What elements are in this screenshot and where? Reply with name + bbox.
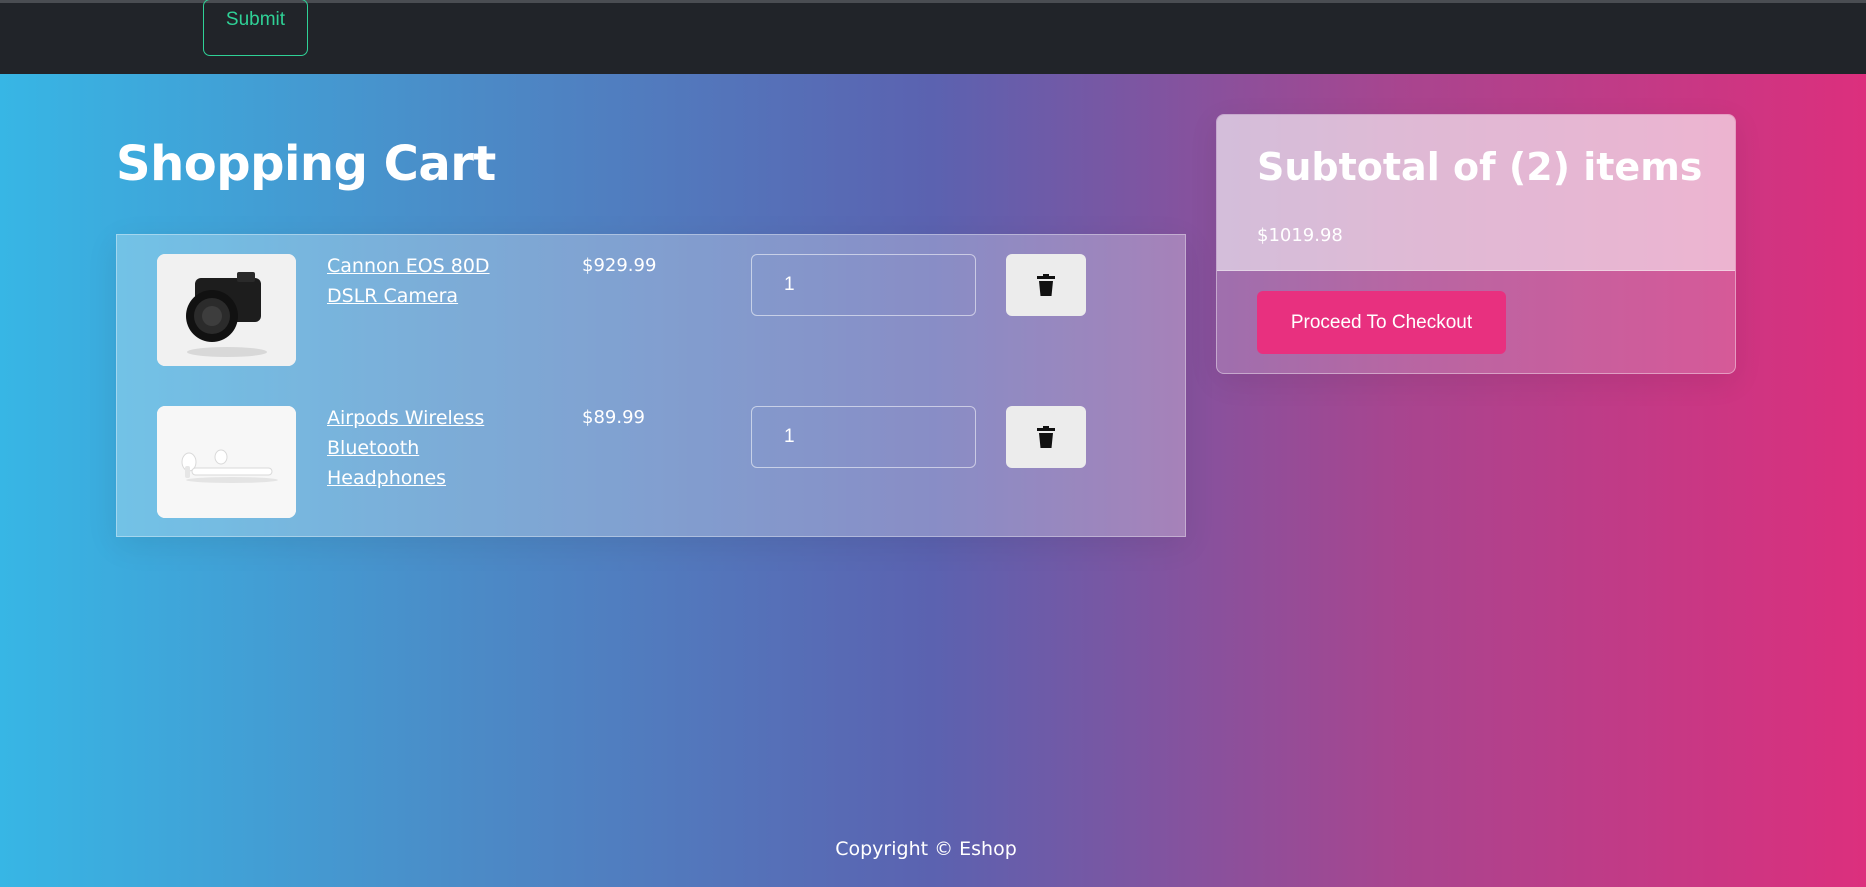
delete-item-button[interactable] xyxy=(1006,406,1086,468)
trash-icon xyxy=(1037,426,1055,448)
trash-icon xyxy=(1037,274,1055,296)
cart-item: Cannon EOS 80D DSLR Camera $929.99 1 xyxy=(117,251,1185,381)
main-content: Shopping Cart Cannon EOS 80D DSLR Camera… xyxy=(0,74,1866,887)
cart-items-list: Cannon EOS 80D DSLR Camera $929.99 1 Air… xyxy=(116,234,1186,537)
cart-item: Airpods Wireless Bluetooth Headphones $8… xyxy=(117,403,1185,533)
product-image-camera[interactable] xyxy=(157,254,296,366)
footer-copyright: Copyright © Eshop xyxy=(835,838,1017,860)
top-navbar: Submit xyxy=(0,0,1866,74)
product-name-link[interactable]: Cannon EOS 80D DSLR Camera xyxy=(327,251,542,311)
submit-button[interactable]: Submit xyxy=(203,0,308,56)
delete-item-button[interactable] xyxy=(1006,254,1086,316)
product-name-link[interactable]: Airpods Wireless Bluetooth Headphones xyxy=(327,403,542,493)
quantity-select[interactable]: 1 xyxy=(751,254,976,316)
subtotal-title: Subtotal of (2) items xyxy=(1257,145,1703,189)
summary-header: Subtotal of (2) items $1019.98 xyxy=(1217,115,1735,271)
camera-icon xyxy=(157,254,296,366)
product-price: $929.99 xyxy=(582,255,657,276)
product-image-airpods[interactable] xyxy=(157,406,296,518)
page-title: Shopping Cart xyxy=(116,136,496,192)
quantity-select[interactable]: 1 xyxy=(751,406,976,468)
order-summary-card: Subtotal of (2) items $1019.98 Proceed T… xyxy=(1216,114,1736,374)
proceed-to-checkout-button[interactable]: Proceed To Checkout xyxy=(1257,291,1506,354)
product-price: $89.99 xyxy=(582,407,645,428)
subtotal-amount: $1019.98 xyxy=(1257,225,1343,246)
airpods-icon xyxy=(157,406,296,518)
